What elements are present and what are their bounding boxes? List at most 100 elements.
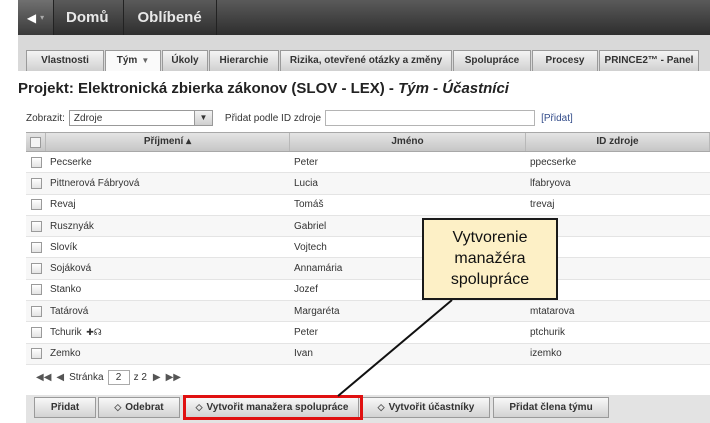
table-row[interactable]: Revaj Tomáš trevaj <box>26 195 710 216</box>
tab-collaboration[interactable]: Spolupráce <box>453 50 531 71</box>
last-name-cell: Pittnerová Fábryová <box>46 178 290 189</box>
row-checkbox[interactable] <box>30 156 42 168</box>
page-label: Stránka <box>69 372 104 383</box>
tab-properties-label: Vlastnosti <box>41 55 89 66</box>
row-checkbox-cell <box>26 220 46 232</box>
column-header-first-name[interactable]: Jméno <box>290 133 526 151</box>
create-participant-label: Vytvořit účastníky <box>388 402 475 413</box>
row-checkbox[interactable] <box>30 241 42 253</box>
row-checkbox-cell <box>26 177 46 189</box>
column-header-last-name[interactable]: Příjmení ▴ <box>46 133 290 151</box>
last-name-cell: Tchurik ✚☊ <box>46 327 290 338</box>
filter-toolbar: Zobrazit: Zdroje ▼ Přidat podle ID zdroj… <box>26 109 573 127</box>
row-checkbox[interactable] <box>30 177 42 189</box>
tab-list: Vlastnosti Tým ▼ Úkoly Hierarchie Rizika,… <box>26 50 700 71</box>
user-link-icon: ✚☊ <box>83 327 102 338</box>
row-checkbox-cell <box>26 199 46 211</box>
row-checkbox-cell <box>26 284 46 296</box>
table-header: Příjmení ▴ Jméno ID zdroje <box>26 132 710 152</box>
show-select-value: Zdroje <box>73 112 103 124</box>
table-body: Pecserke Peter ppecserke Pittnerová Fábryov… <box>26 152 710 365</box>
row-checkbox-cell <box>26 327 46 339</box>
row-checkbox[interactable] <box>30 220 42 232</box>
last-name-cell: Slovík <box>46 242 290 253</box>
first-page-icon[interactable]: ◀◀ <box>36 372 51 383</box>
create-participant-button[interactable]: ◇ Vytvořit účastníky <box>362 397 490 418</box>
first-name-cell: Peter <box>294 156 318 168</box>
table-row[interactable]: Slovík Vojtech <box>26 237 710 259</box>
tab-processes[interactable]: Procesy <box>532 50 598 71</box>
tab-team[interactable]: Tým ▼ <box>105 50 161 71</box>
row-checkbox[interactable] <box>30 305 42 317</box>
row-checkbox[interactable] <box>30 327 42 339</box>
page-title: Projekt: Elektronická zbierka zákonov (S… <box>18 80 710 97</box>
table-row[interactable]: Tchurik ✚☊ Peter ptchurik <box>26 322 710 344</box>
last-name-text: Tchurik <box>50 327 82 339</box>
add-link[interactable]: [Přidat] <box>541 113 573 124</box>
first-name-cell: Ivan <box>294 348 313 360</box>
table-row[interactable]: Zemko Ivan izemko <box>26 343 710 365</box>
row-checkbox-cell <box>26 241 46 253</box>
last-name-cell: Stanko <box>46 284 290 295</box>
page-of-label: z 2 <box>133 372 147 383</box>
select-all-checkbox[interactable] <box>30 136 41 148</box>
remove-button[interactable]: ◇ Odebrat <box>98 397 180 418</box>
row-checkbox[interactable] <box>30 199 42 211</box>
resource-id-cell: trevaj <box>530 199 555 211</box>
last-name-text: Sojáková <box>50 263 92 275</box>
tab-collaboration-label: Spolupráce <box>464 55 520 66</box>
last-name-text: Pittnerová Fábryová <box>50 177 140 189</box>
next-page-icon[interactable]: ▶ <box>153 372 161 383</box>
tab-risks[interactable]: Rizika, otevřené otázky a změny <box>280 50 452 71</box>
action-bar: Přidat ◇ Odebrat ◇ Vytvořit manažera spolu… <box>26 395 710 423</box>
back-arrow-icon[interactable]: ◀ ▾ <box>18 0 54 35</box>
add-button[interactable]: Přidat <box>34 397 96 418</box>
resource-id-cell: izemko <box>530 348 562 360</box>
table-row[interactable]: Pecserke Peter ppecserke <box>26 152 710 174</box>
add-team-member-label: Přidat člena týmu <box>509 402 593 413</box>
last-name-text: Zemko <box>50 348 81 360</box>
resource-id-cell: ppecserke <box>530 156 577 168</box>
pager: ◀◀ ◀ Stránka 2 z 2 ▶ ▶▶ <box>36 370 186 385</box>
tab-prince2-panel[interactable]: PRINCE2™ - Panel <box>599 50 699 71</box>
nav-favorites[interactable]: Oblíbené <box>124 0 217 35</box>
add-by-id-label: Přidat podle ID zdroje <box>224 112 322 124</box>
show-select[interactable]: Zdroje ▼ <box>68 110 213 126</box>
tab-hierarchy[interactable]: Hierarchie <box>209 50 279 71</box>
table-row[interactable]: Stanko Jozef <box>26 280 710 302</box>
last-name-text: Tatárová <box>50 305 89 317</box>
resource-id-input[interactable] <box>325 110 536 126</box>
row-checkbox[interactable] <box>30 348 42 360</box>
tab-risks-label: Rizika, otevřené otázky a změny <box>289 55 443 66</box>
row-checkbox[interactable] <box>30 263 42 275</box>
callout-box: Vytvorenie manažéra spolupráce <box>422 218 558 300</box>
nav-home[interactable]: Domů <box>54 0 124 35</box>
row-checkbox-cell <box>26 348 46 360</box>
row-checkbox[interactable] <box>30 284 42 296</box>
select-all-cell <box>26 133 46 151</box>
tab-properties[interactable]: Vlastnosti <box>26 50 104 71</box>
last-name-text: Stanko <box>50 284 82 296</box>
table-row[interactable]: Rusznyák Gabriel <box>26 215 710 238</box>
column-header-resource-id[interactable]: ID zdroje <box>526 133 710 151</box>
highlight-box <box>183 395 363 420</box>
chevron-down-icon[interactable]: ▼ <box>141 56 149 65</box>
add-team-member-button[interactable]: Přidat člena týmu <box>493 397 609 418</box>
row-checkbox-cell <box>26 156 46 168</box>
last-name-cell: Rusznyák <box>46 221 290 232</box>
tab-tasks-label: Úkoly <box>171 55 199 66</box>
resource-id-cell: ptchurik <box>530 327 566 339</box>
last-name-cell: Zemko <box>46 348 290 359</box>
last-name-text: Revaj <box>50 199 76 211</box>
table-row[interactable]: Sojáková Annamária <box>26 258 710 280</box>
remove-icon: ◇ <box>114 402 122 412</box>
last-name-cell: Revaj <box>46 199 290 210</box>
page-input[interactable]: 2 <box>107 370 130 385</box>
tab-tasks[interactable]: Úkoly <box>162 50 208 71</box>
last-page-icon[interactable]: ▶▶ <box>166 372 181 383</box>
table-row[interactable]: Pittnerová Fábryová Lucia lfabryova <box>26 173 710 195</box>
prev-page-icon[interactable]: ◀ <box>56 372 64 383</box>
table-row[interactable]: Tatárová Margaréta mtatarova <box>26 301 710 323</box>
chevron-down-icon[interactable]: ▼ <box>193 111 212 125</box>
tab-prince2-label: PRINCE2™ - Panel <box>604 55 694 66</box>
